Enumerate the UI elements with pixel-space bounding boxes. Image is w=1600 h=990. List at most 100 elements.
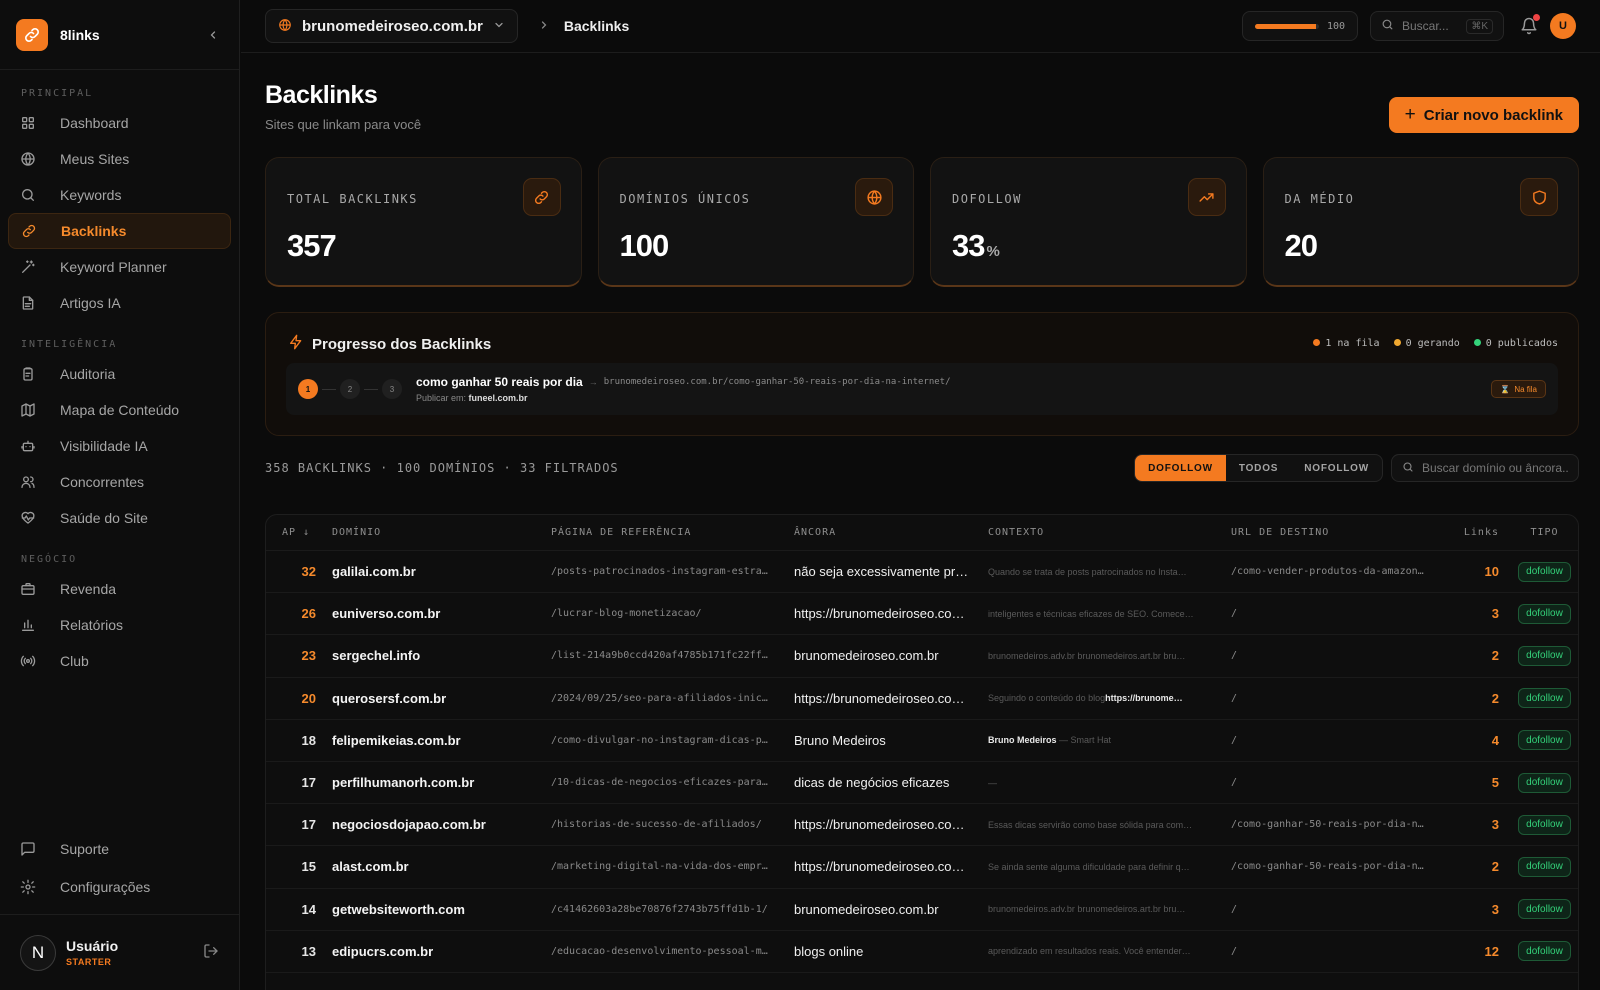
destination-url[interactable]: /como-ganhar-50-reais-por-dia-n… [1231,861,1445,872]
referring-page[interactable]: /historias-de-sucesso-de-afiliados/ [551,819,794,830]
bell-icon[interactable] [1520,14,1540,35]
referring-page[interactable]: /list-214a9b0ccd420af4785b171fc22ff… [551,650,794,661]
sidebar-item-dashboard[interactable]: Dashboard [8,105,231,141]
referring-page[interactable]: /marketing-digital-na-vida-dos-empr… [551,861,794,872]
referring-page[interactable]: /como-divulgar-no-instagram-dicas-p… [551,735,794,746]
column-header: Links [1463,527,1499,538]
chevron-left-icon[interactable] [203,25,223,45]
domain-link[interactable]: galilai.com.br [332,564,551,579]
type-cell: dofollow [1511,645,1578,666]
anchor-text: Bruno Medeiros [794,732,886,748]
destination-url[interactable]: / [1231,946,1445,957]
plus-icon: + [1404,104,1416,125]
table-row[interactable]: 20 querosersf.com.br/2024/09/25/seo-para-… [266,678,1578,720]
sidebar-item-artigos-ia[interactable]: Artigos IA [8,285,231,321]
filter-todos[interactable]: TODOS [1226,455,1291,481]
filter-dofollow[interactable]: DOFOLLOW [1135,455,1226,481]
queue-item[interactable]: 1 2 3 como ganhar 50 reais por dia → bruno… [286,363,1558,415]
domain-link[interactable]: edipucrs.com.br [332,944,551,959]
sidebar-item-revenda[interactable]: Revenda [8,571,231,607]
referring-page[interactable]: /c41462603a28be70876f2743b75ffd1b-1/ [551,904,794,915]
sidebar-item-concorrentes[interactable]: Concorrentes [8,464,231,500]
heart-pulse-icon [20,510,48,526]
authority-score: 18 [301,732,316,748]
context-text: Seguindo o conteúdo do blog [988,693,1106,704]
referring-page[interactable]: /lucrar-blog-monetizacao/ [551,608,794,619]
hourglass-icon: ⌛ [1500,384,1511,394]
sidebar-item-keyword-planner[interactable]: Keyword Planner [8,249,231,285]
destination-url[interactable]: / [1231,693,1445,704]
domain-link[interactable]: sergechel.info [332,648,551,663]
sidebar-item-visibilidade-ia[interactable]: Visibilidade IA [8,428,231,464]
dofollow-badge: dofollow [1518,561,1571,582]
sidebar-item-mapa-de-conte-do[interactable]: Mapa de Conteúdo [8,392,231,428]
table-row[interactable]: 23 sergechel.info/list-214a9b0ccd420af478… [266,635,1578,678]
destination-url[interactable]: / [1231,777,1445,788]
dofollow-badge: dofollow [1518,941,1571,962]
domain-link[interactable]: alast.com.br [332,859,551,874]
logout-icon[interactable] [203,943,219,962]
context-highlight: https://brunome… [1105,693,1183,704]
sidebar-item-label: Relatórios [60,617,124,633]
table-row[interactable]: 17 perfilhumanorh.com.br/10-dicas-de-nego… [266,762,1578,805]
referring-page[interactable]: /educacao-desenvolvimento-pessoal-m… [551,946,794,957]
table-row[interactable]: 18 felipemikeias.com.br/como-divulgar-no-… [266,720,1578,762]
referring-page[interactable]: /2024/09/25/seo-para-afiliados-inic… [551,693,794,704]
create-backlink-button[interactable]: + Criar novo backlink [1388,97,1579,133]
context-text: — Smart Hat [1056,735,1112,746]
sidebar-item-backlinks[interactable]: Backlinks [8,213,231,249]
domain-link[interactable]: euniverso.com.br [332,606,551,621]
sidebar-item-relat-rios[interactable]: Relatórios [8,607,231,643]
destination-url[interactable]: / [1231,608,1445,619]
referring-page[interactable]: /10-dicas-de-negocios-eficazes-para… [551,777,794,788]
search-icon [20,187,48,203]
site-selector[interactable]: brunomedeiroseo.com.br [265,9,518,43]
stat-label: DA MÉDIO [1284,192,1355,206]
sidebar-item-keywords[interactable]: Keywords [8,177,231,213]
destination-url[interactable]: /como-vender-produtos-da-amazon… [1231,566,1445,577]
map-icon [20,402,48,418]
context-snippet: Bruno Medeiros — Smart Hat [988,735,1231,745]
referring-page[interactable]: /posts-patrocinados-instagram-estra… [551,566,794,577]
links-count: 3 [1491,901,1499,917]
sidebar-item-sa-de-do-site[interactable]: Saúde do Site [8,500,231,536]
domain-link[interactable]: querosersf.com.br [332,691,551,706]
table-row[interactable]: 32 galilai.com.br/posts-patrocinados-inst… [266,551,1578,594]
table-row[interactable]: 14 getwebsiteworth.com/c41462603a28be7087… [266,889,1578,931]
destination-url[interactable]: / [1231,904,1445,915]
sidebar-item-label: Saúde do Site [60,510,148,526]
sidebar-item-club[interactable]: Club [8,643,231,679]
search-input[interactable]: Buscar... ⌘K [1370,11,1504,41]
sidebar-item-meus-sites[interactable]: Meus Sites [8,141,231,177]
domain-link[interactable]: perfilhumanorh.com.br [332,775,551,790]
type-cell: dofollow [1511,603,1578,624]
credits-meter[interactable]: 100 [1241,11,1358,41]
sidebar-item-auditoria[interactable]: Auditoria [8,356,231,392]
table-row[interactable]: 15 alast.com.br/marketing-digital-na-vida… [266,846,1578,889]
column-header[interactable]: AP ↓ [266,527,332,538]
legend-label: 0 gerando [1405,338,1460,349]
filter-nofollow[interactable]: NOFOLLOW [1291,455,1382,481]
table-row[interactable]: 17 negociosdojapao.com.br/historias-de-su… [266,804,1578,847]
domain-link[interactable]: negociosdojapao.com.br [332,817,551,832]
destination-url[interactable]: / [1231,735,1445,746]
table-search-input[interactable]: Buscar domínio ou âncora... [1391,454,1579,482]
sidebar-item-suporte[interactable]: Suporte [8,831,231,867]
radio-icon [20,653,48,669]
table-row[interactable]: 26 euniverso.com.br/lucrar-blog-monetizac… [266,593,1578,636]
user-profile[interactable]: N Usuário STARTER [0,914,239,990]
link-icon[interactable] [16,18,48,51]
avatar[interactable]: N [20,934,56,971]
destination-url[interactable]: /como-ganhar-50-reais-por-dia-n… [1231,819,1445,830]
domain-link[interactable]: getwebsiteworth.com [332,902,551,917]
sidebar: 8links PRINCIPAL Dashboard Meus Sites Keywo… [0,0,240,990]
domain-link[interactable]: felipemikeias.com.br [332,733,551,748]
type-cell: dofollow [1511,730,1578,751]
type-cell: dofollow [1511,941,1578,962]
table-row[interactable]: 13 edipucrs.com.br/educacao-desenvolvimen… [266,931,1578,973]
destination-url[interactable]: / [1231,650,1445,661]
anchor-text: https://brunomedeiroseo.com… [794,817,976,833]
avatar[interactable]: U [1550,13,1576,39]
sidebar-item-configura-es[interactable]: Configurações [8,869,231,905]
user-name: Usuário [66,938,119,954]
